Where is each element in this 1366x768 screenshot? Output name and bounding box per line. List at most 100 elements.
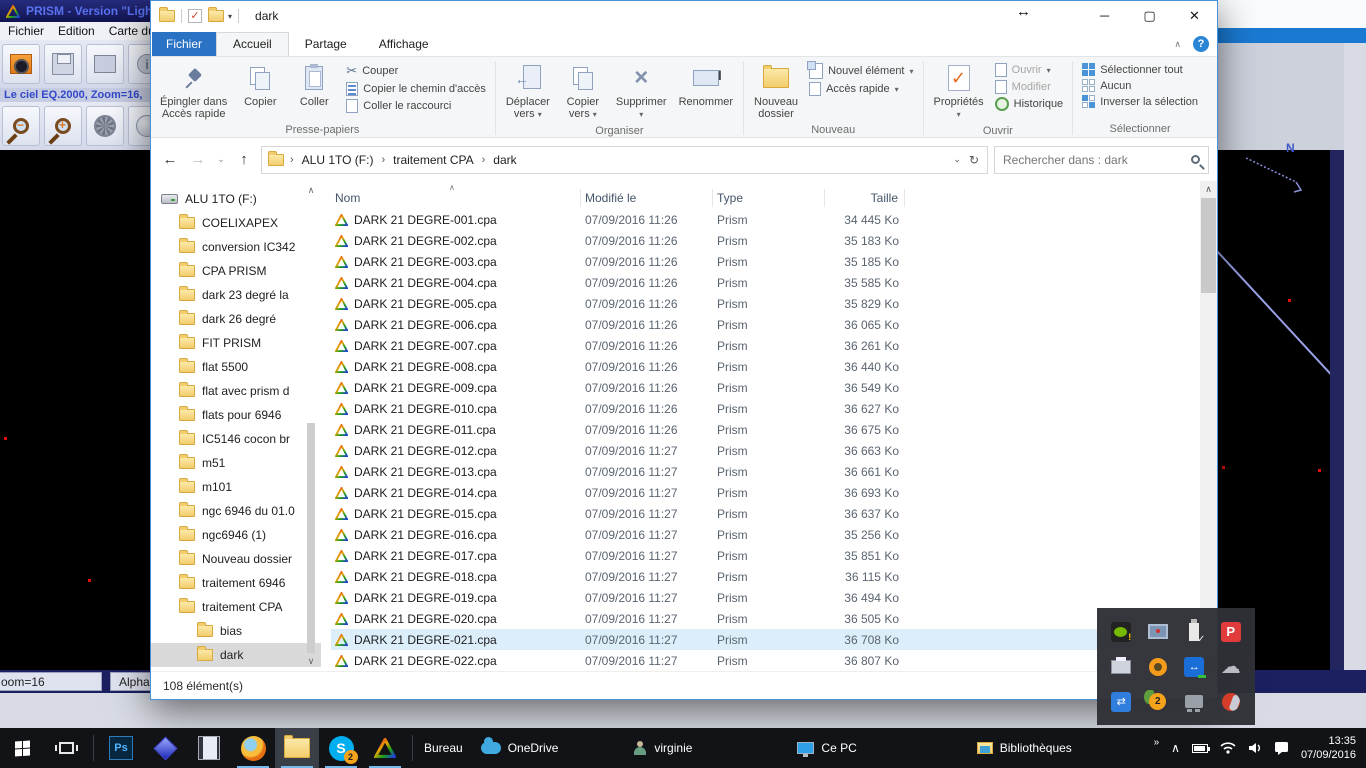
qat-properties-icon[interactable]: ✓ (188, 9, 202, 23)
explorer-taskbar-button[interactable] (275, 728, 319, 768)
file-row[interactable]: DARK 21 DEGRE-014.cpa 07/09/2016 11:27 P… (331, 482, 1217, 503)
minimize-button[interactable]: ─ (1082, 1, 1127, 30)
delete-button[interactable]: × Supprimer▾ (611, 59, 672, 124)
sphere-button[interactable] (128, 106, 150, 146)
select-all-button[interactable]: Sélectionner tout (1082, 63, 1198, 76)
select-none-button[interactable]: Aucun (1082, 79, 1198, 92)
tree-item[interactable]: flat 5500 (151, 355, 321, 379)
tree-item[interactable]: IC5146 cocon br (151, 427, 321, 451)
file-list-scrollbar-thumb[interactable] (1201, 198, 1216, 293)
tree-item[interactable]: dark 26 degré (151, 307, 321, 331)
paste-shortcut-button[interactable]: Coller le raccourci (346, 99, 486, 113)
properties-button[interactable]: ✓ Propriétés▾ (929, 59, 989, 124)
cube-app-taskbar-button[interactable] (143, 728, 187, 768)
search-input[interactable]: Rechercher dans : dark (994, 146, 1209, 174)
sync-app-icon[interactable]: ⇄ (1110, 691, 1132, 713)
breadcrumb-drive[interactable]: ALU 1TO (F:) (300, 153, 376, 167)
start-button[interactable] (0, 728, 44, 768)
tree-item[interactable]: ngc 6946 du 01.0 (151, 499, 321, 523)
touchpad-tray-icon[interactable] (1183, 691, 1205, 713)
search-icon[interactable] (1191, 155, 1200, 164)
prism-taskbar-button[interactable] (363, 728, 407, 768)
edit-button[interactable]: Modifier (995, 80, 1064, 94)
file-row[interactable]: DARK 21 DEGRE-016.cpa 07/09/2016 11:27 P… (331, 524, 1217, 545)
notification-icon[interactable] (1274, 741, 1289, 755)
new-folder-button[interactable]: Nouveaudossier (749, 59, 803, 123)
up-button[interactable]: ↑ (233, 151, 255, 168)
file-row[interactable]: DARK 21 DEGRE-019.cpa 07/09/2016 11:27 P… (331, 587, 1217, 608)
file-row[interactable]: DARK 21 DEGRE-017.cpa 07/09/2016 11:27 P… (331, 545, 1217, 566)
onedrive-shortcut[interactable]: OneDrive (481, 741, 559, 755)
file-row[interactable]: DARK 21 DEGRE-007.cpa 07/09/2016 11:26 P… (331, 335, 1217, 356)
orange-ring-app-icon[interactable] (1147, 656, 1169, 678)
breadcrumb[interactable]: › ALU 1TO (F:) › traitement CPA › dark ⌄… (261, 146, 988, 174)
tree-item[interactable]: dark (151, 643, 321, 667)
move-to-button[interactable]: ← Déplacervers ▾ (501, 59, 555, 124)
file-row[interactable]: DARK 21 DEGRE-008.cpa 07/09/2016 11:26 P… (331, 356, 1217, 377)
bureau-toolbar-label[interactable]: Bureau (424, 741, 463, 755)
file-row[interactable]: DARK 21 DEGRE-006.cpa 07/09/2016 11:26 P… (331, 314, 1217, 335)
tree-item[interactable]: flat avec prism d (151, 379, 321, 403)
taskbar-clock[interactable]: 13:35 07/09/2016 (1301, 734, 1356, 762)
tree-item[interactable]: FIT PRISM (151, 331, 321, 355)
invert-selection-button[interactable]: Inverser la sélection (1082, 95, 1198, 108)
help-icon[interactable]: ? (1193, 36, 1209, 52)
tree-item[interactable]: Nouveau dossier (151, 547, 321, 571)
column-type[interactable]: Type (713, 189, 825, 207)
ce-pc-shortcut[interactable]: Ce PC (797, 741, 856, 755)
zoom-in-button[interactable]: + (44, 106, 82, 146)
tree-item[interactable]: traitement 6946 (151, 571, 321, 595)
onedrive-gray-icon[interactable]: ☁ (1220, 656, 1242, 678)
tree-item[interactable]: conversion IC342 (151, 235, 321, 259)
tree-item[interactable]: m51 (151, 451, 321, 475)
file-row[interactable]: DARK 21 DEGRE-005.cpa 07/09/2016 11:26 P… (331, 293, 1217, 314)
prism-info-button[interactable]: i (128, 44, 150, 84)
refresh-icon[interactable]: ↻ (969, 153, 979, 167)
photoshop-taskbar-button[interactable]: Ps (99, 728, 143, 768)
close-button[interactable]: ✕ (1172, 1, 1217, 30)
zoom-out-button[interactable]: − (2, 106, 40, 146)
rename-button[interactable]: Renommer (674, 59, 738, 111)
copy-button[interactable]: Copier (234, 59, 286, 111)
ribbon-collapse-icon[interactable]: ∧ (1174, 39, 1181, 50)
address-dropdown-icon[interactable]: ⌄ (953, 154, 961, 165)
file-row[interactable]: DARK 21 DEGRE-009.cpa 07/09/2016 11:26 P… (331, 377, 1217, 398)
new-item-button[interactable]: Nouvel élément ▾ (809, 63, 913, 79)
tab-partage[interactable]: Partage (289, 33, 363, 56)
copy-path-button[interactable]: Copier le chemin d'accès (346, 82, 486, 96)
copy-to-button[interactable]: Copiervers ▾ (557, 59, 609, 124)
usb-eject-icon[interactable] (1183, 621, 1205, 643)
gear-button[interactable] (86, 106, 124, 146)
recent-locations-icon[interactable]: ⌄ (215, 154, 227, 165)
tab-affichage[interactable]: Affichage (363, 33, 445, 56)
ccleaner-tray-icon[interactable] (1220, 691, 1242, 713)
tree-scrollbar-thumb[interactable] (307, 423, 315, 653)
file-row[interactable]: DARK 21 DEGRE-013.cpa 07/09/2016 11:27 P… (331, 461, 1217, 482)
prism-preview-button[interactable] (86, 44, 124, 84)
tree-item[interactable]: traitement CPA (151, 595, 321, 619)
volume-icon[interactable] (1248, 742, 1262, 754)
open-button[interactable]: Ouvrir ▾ (995, 63, 1064, 77)
file-row[interactable]: DARK 21 DEGRE-018.cpa 07/09/2016 11:27 P… (331, 566, 1217, 587)
tree-item[interactable]: bias (151, 619, 321, 643)
explorer-titlebar[interactable]: ✓ ▾ dark ↔ ─ ▢ ✕ (151, 1, 1217, 31)
tree-item[interactable]: m101 (151, 475, 321, 499)
file-row[interactable]: DARK 21 DEGRE-010.cpa 07/09/2016 11:26 P… (331, 398, 1217, 419)
wifi-icon[interactable] (1220, 742, 1236, 754)
column-taille[interactable]: Taille (825, 189, 905, 207)
prism-menu-carte[interactable]: Carte du c (109, 24, 150, 38)
prism-menu-edition[interactable]: Edition (58, 24, 95, 38)
tab-accueil[interactable]: Accueil (216, 32, 289, 56)
tab-fichier[interactable]: Fichier (152, 32, 216, 56)
back-button[interactable]: ← (159, 151, 181, 168)
breadcrumb-folder[interactable]: traitement CPA (391, 153, 475, 167)
forward-button[interactable]: → (187, 151, 209, 168)
task-view-button[interactable] (44, 728, 88, 768)
tree-item[interactable]: COELIXAPEX (151, 211, 321, 235)
prism-save-button[interactable] (44, 44, 82, 84)
display-tray-icon[interactable] (1147, 621, 1169, 643)
file-row[interactable]: DARK 21 DEGRE-015.cpa 07/09/2016 11:27 P… (331, 503, 1217, 524)
column-nom[interactable]: Nom (331, 189, 581, 207)
update-badge-icon[interactable]: 2 (1147, 691, 1169, 713)
maximize-button[interactable]: ▢ (1127, 1, 1172, 30)
